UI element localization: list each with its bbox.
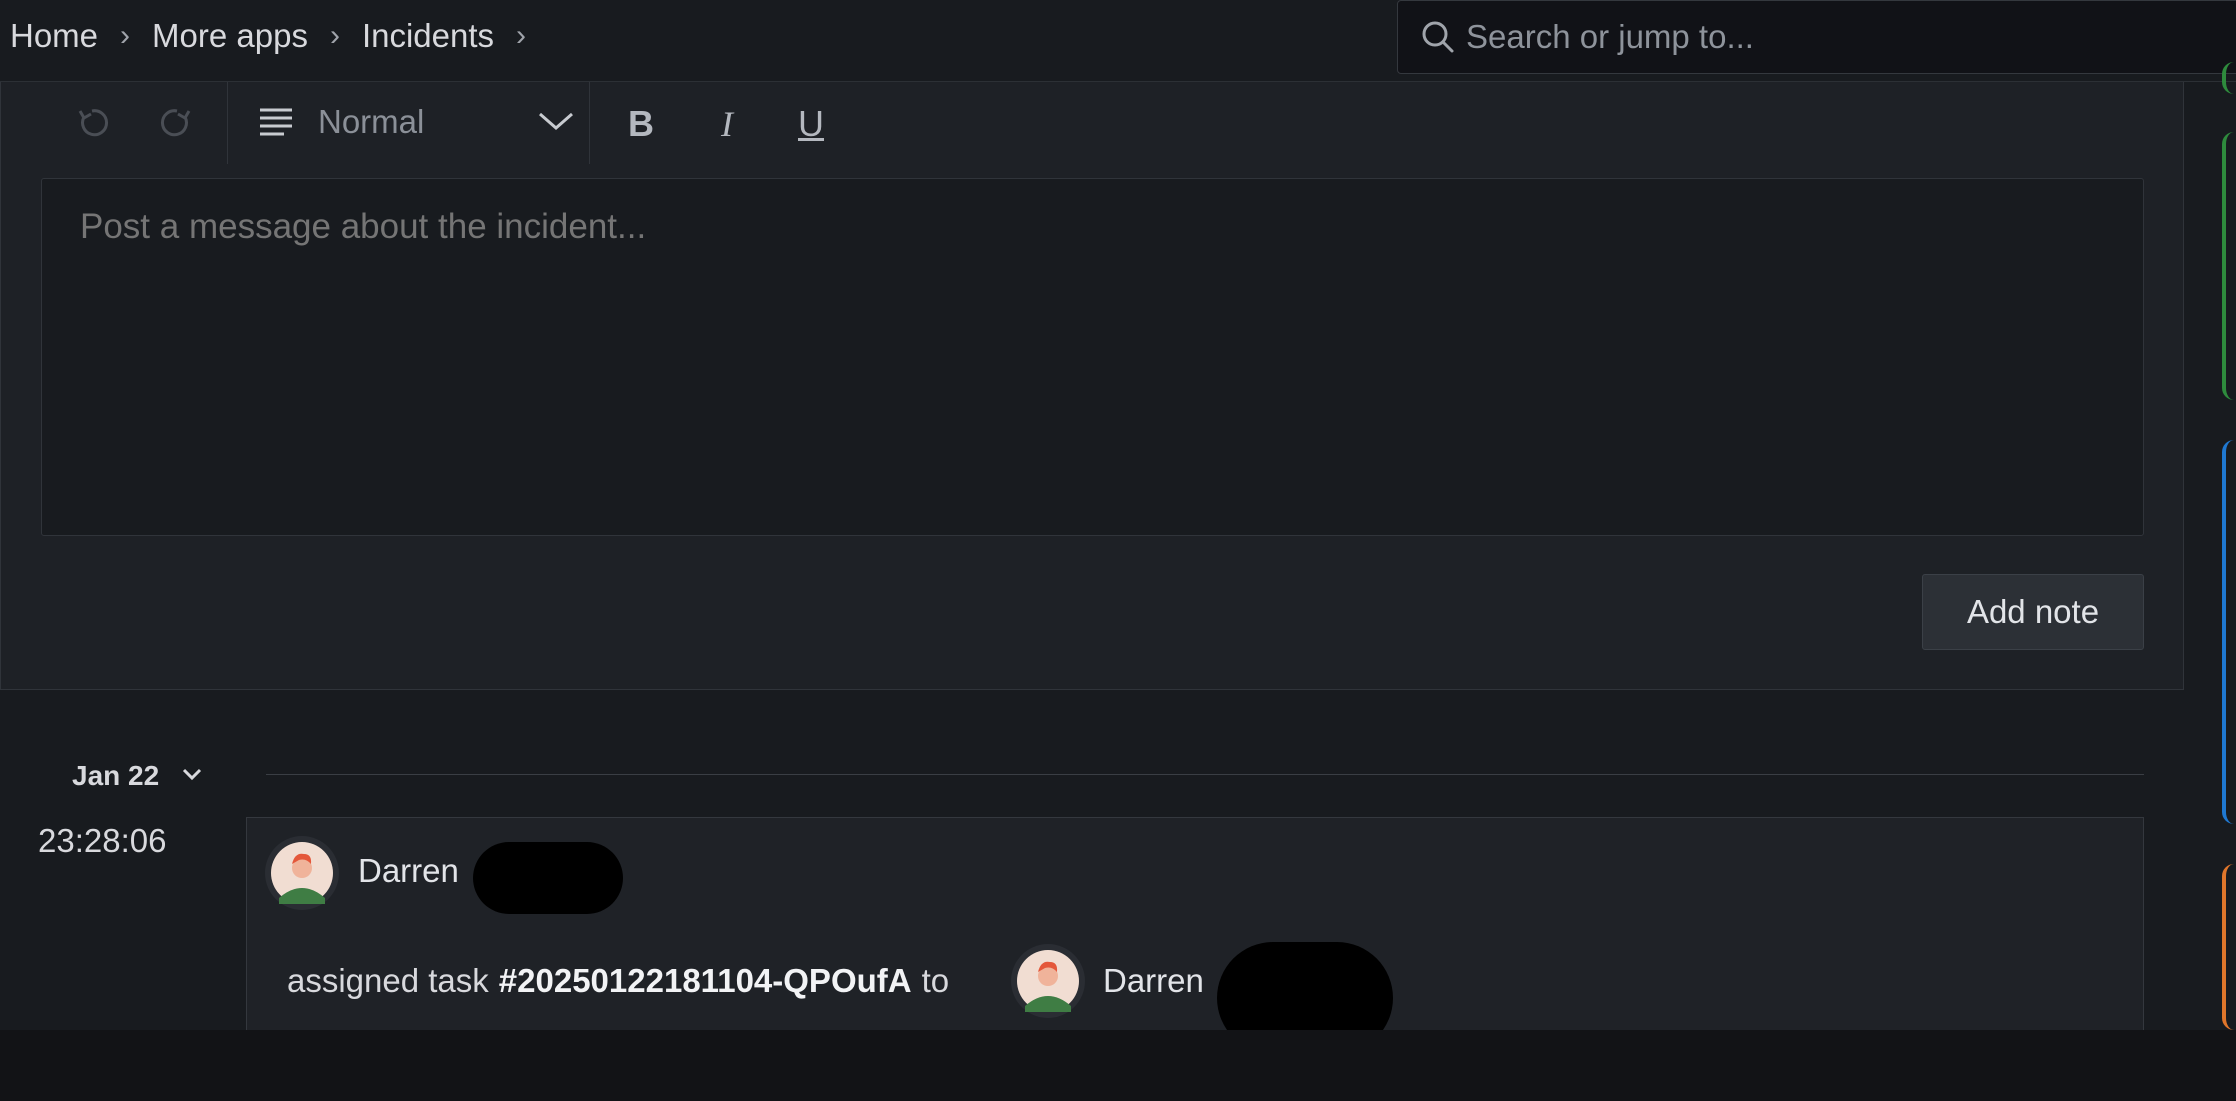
avatar [1011,944,1085,1018]
bold-button[interactable]: B [613,96,669,152]
format-selected-value: Normal [318,103,425,140]
bold-label: B [628,103,654,144]
breadcrumb-home[interactable]: Home [10,17,98,55]
author-name: Darren [358,852,459,889]
text-format-select[interactable]: Normal [256,92,576,152]
side-panel-accent-green [2222,62,2236,94]
search-icon [1418,17,1458,57]
top-bar: Home › More apps › Incidents › Search or… [0,0,2236,82]
event-action-suffix: to [921,962,950,999]
message-input[interactable] [41,178,2144,536]
breadcrumb-separator: › [516,19,527,52]
search-input[interactable]: Search or jump to... [1397,0,2236,74]
side-panel-accent-blue [2222,440,2236,824]
italic-button[interactable]: I [699,96,755,152]
date-group-toggle[interactable]: Jan 22 [72,754,203,798]
avatar [265,836,339,910]
redacted-surname [473,842,623,914]
breadcrumb-incidents[interactable]: Incidents [362,17,494,55]
redo-button[interactable] [152,98,202,148]
toolbar-divider [227,82,228,164]
bottom-bar [0,1030,2236,1101]
editor-toolbar: Normal B I U [1,82,2183,166]
chevron-down-icon [181,766,203,787]
chevron-down-icon [536,106,576,141]
add-note-button[interactable]: Add note [1922,574,2144,650]
italic-label: I [721,104,733,144]
date-label: Jan 22 [72,760,160,791]
side-panel-accent-orange [2222,864,2236,1030]
assignee-name: Darren [1103,962,1204,999]
event-time: 23:28:06 [38,822,167,859]
paragraph-icon [260,108,292,136]
underline-label: U [798,103,824,144]
side-panel-accent-green [2222,132,2236,400]
search-placeholder: Search or jump to... [1466,18,1754,55]
breadcrumb-more-apps[interactable]: More apps [152,17,308,55]
timeline-divider [266,774,2144,775]
event-description: assigned task #20250122181104-QPOufA to [287,962,949,1000]
toolbar-divider [589,82,590,164]
breadcrumb-separator: › [120,19,131,52]
task-link[interactable]: #20250122181104-QPOufA [499,962,912,1000]
underline-button[interactable]: U [783,96,839,152]
breadcrumb-separator: › [329,19,340,52]
undo-icon [78,109,108,137]
event-action-prefix: assigned task [287,962,489,999]
undo-button[interactable] [67,98,117,148]
incident-page: Home › More apps › Incidents › Search or… [0,0,2236,1101]
breadcrumb: Home › More apps › Incidents › [10,14,548,58]
redo-icon [161,109,191,137]
note-editor: Normal B I U Add note [0,82,2184,690]
